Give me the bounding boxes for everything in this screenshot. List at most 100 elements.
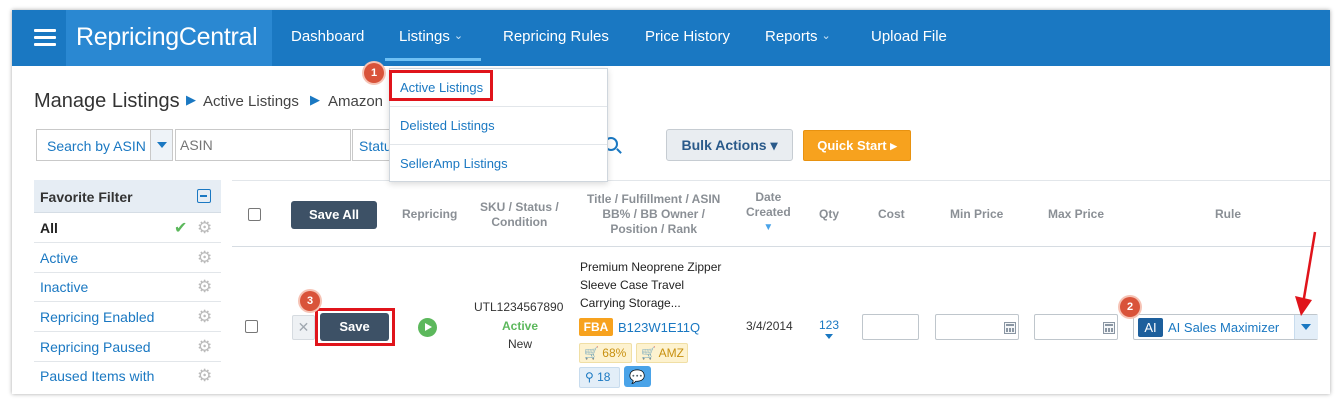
nav-upload-file[interactable]: Upload File bbox=[871, 28, 947, 45]
nav-reports[interactable]: Reports ⌄ bbox=[765, 28, 831, 45]
asin-search-input[interactable] bbox=[175, 129, 351, 161]
status-select[interactable]: Status bbox=[352, 129, 392, 161]
chevron-down-icon[interactable] bbox=[150, 130, 172, 160]
brand-name-part1: Repricing bbox=[76, 23, 179, 51]
filter-item-paused-items[interactable]: Paused Items with ⚙ bbox=[34, 361, 221, 391]
filter-item-all[interactable]: All ✔ ⚙ bbox=[34, 213, 221, 243]
nav-listings-label: Listings bbox=[399, 28, 450, 45]
favorite-filter-panel: Favorite Filter All ✔ ⚙ Active ⚙ Inactiv… bbox=[34, 180, 221, 394]
row-status: Active bbox=[502, 319, 539, 333]
cost-input[interactable] bbox=[862, 314, 919, 340]
rule-select-value: AI Sales Maximizer bbox=[1168, 320, 1280, 335]
col-cost[interactable]: Cost bbox=[878, 207, 905, 222]
filter-item-repricing-enabled[interactable]: Repricing Enabled ⚙ bbox=[34, 302, 221, 332]
col-max-price[interactable]: Max Price bbox=[1048, 207, 1104, 222]
nav-upload-file-label: Upload File bbox=[871, 28, 947, 45]
col-title-line1: Title / Fulfillment / ASIN bbox=[587, 192, 721, 206]
top-nav: RepricingCentral Dashboard Listings ⌄ Rep… bbox=[12, 10, 1330, 66]
page-title: Manage Listings bbox=[34, 90, 180, 112]
nav-listings[interactable]: Listings ⌄ bbox=[399, 28, 463, 45]
row-qty[interactable]: 123 bbox=[819, 318, 839, 332]
menu-item-selleramp-listings[interactable]: SellerAmp Listings bbox=[390, 145, 607, 183]
favorite-filter-title: Favorite Filter bbox=[40, 189, 133, 205]
col-rule[interactable]: Rule bbox=[1215, 207, 1241, 222]
favorite-filter-header: Favorite Filter bbox=[34, 180, 221, 213]
highlight-box bbox=[315, 308, 395, 346]
bb-percent-badge: 🛒 68% bbox=[579, 343, 632, 363]
col-date-line1: Date bbox=[755, 190, 782, 204]
position-badge: ⚲ 18 bbox=[579, 367, 620, 388]
chevron-down-icon: ⌄ bbox=[821, 30, 831, 42]
breadcrumb-chevron-icon: ▶ bbox=[310, 92, 320, 107]
calculator-icon[interactable] bbox=[1103, 322, 1115, 334]
row-date-created: 3/4/2014 bbox=[746, 319, 793, 333]
hamburger-menu-icon[interactable] bbox=[34, 29, 56, 47]
col-repricing: Repricing bbox=[402, 207, 458, 221]
col-min-price[interactable]: Min Price bbox=[950, 207, 1003, 222]
min-price-input[interactable] bbox=[935, 314, 1019, 340]
quick-start-button[interactable]: Quick Start ▸ bbox=[803, 130, 911, 161]
max-price-input[interactable] bbox=[1034, 314, 1118, 340]
nav-dashboard[interactable]: Dashboard bbox=[291, 28, 364, 45]
col-sku[interactable]: SKU / Status / Condition bbox=[480, 200, 559, 230]
gear-icon[interactable]: ⚙ bbox=[197, 249, 212, 266]
menu-item-delisted-listings[interactable]: Delisted Listings bbox=[390, 107, 607, 145]
chat-icon[interactable]: 💬 bbox=[624, 366, 651, 387]
nav-active-indicator bbox=[385, 58, 481, 61]
calculator-icon[interactable] bbox=[1004, 322, 1016, 334]
play-icon[interactable] bbox=[418, 318, 437, 337]
col-title-line3: Position / Rank bbox=[610, 222, 698, 236]
status-select-label: Status bbox=[359, 138, 392, 154]
filter-item-label: Inactive bbox=[40, 279, 89, 295]
breadcrumb-chevron-icon: ▶ bbox=[186, 92, 196, 107]
ai-badge: AI bbox=[1138, 318, 1163, 337]
row-title-line3[interactable]: Carrying Storage... bbox=[580, 296, 681, 310]
rule-select[interactable]: AI AI Sales Maximizer bbox=[1133, 314, 1318, 340]
nav-repricing-rules[interactable]: Repricing Rules bbox=[503, 28, 609, 45]
breadcrumb-amazon[interactable]: Amazon bbox=[328, 93, 383, 110]
sort-down-icon[interactable]: ▼ bbox=[746, 220, 791, 235]
col-date-line2: Created bbox=[746, 205, 791, 219]
filter-item-label: Repricing Paused bbox=[40, 339, 151, 355]
gear-icon[interactable]: ⚙ bbox=[197, 278, 212, 295]
bulk-actions-button[interactable]: Bulk Actions ▾ bbox=[666, 129, 793, 161]
gear-icon[interactable]: ⚙ bbox=[197, 338, 212, 355]
filter-item-label: Active bbox=[40, 250, 79, 266]
brand-name-part2: Central bbox=[178, 23, 258, 51]
gear-icon[interactable]: ⚙ bbox=[197, 308, 212, 325]
nav-dashboard-label: Dashboard bbox=[291, 28, 365, 45]
col-title[interactable]: Title / Fulfillment / ASIN BB% / BB Owne… bbox=[587, 192, 720, 237]
breadcrumb-active-listings[interactable]: Active Listings bbox=[203, 93, 299, 110]
nav-price-history[interactable]: Price History bbox=[645, 28, 730, 45]
app-window: RepricingCentral Dashboard Listings ⌄ Rep… bbox=[12, 10, 1330, 394]
col-qty[interactable]: Qty bbox=[819, 207, 839, 222]
save-all-button[interactable]: Save All bbox=[291, 201, 377, 229]
brand-logo[interactable]: RepricingCentral bbox=[66, 10, 272, 66]
filter-item-label: All bbox=[40, 220, 58, 236]
row-title-line2[interactable]: Sleeve Case Travel bbox=[580, 278, 684, 292]
nav-price-history-label: Price History bbox=[645, 28, 731, 45]
filter-item-inactive[interactable]: Inactive ⚙ bbox=[34, 272, 221, 302]
filter-item-label: Paused Items with bbox=[40, 368, 155, 384]
col-date-created[interactable]: Date Created ▼ bbox=[746, 190, 791, 235]
col-title-line2: BB% / BB Owner / bbox=[602, 207, 706, 221]
select-all-checkbox[interactable] bbox=[248, 208, 261, 221]
search-by-select[interactable]: Search by ASIN bbox=[36, 129, 173, 161]
bb-owner-badge: 🛒 AMZ bbox=[636, 343, 688, 363]
row-asin-link[interactable]: B123W1E11Q bbox=[618, 320, 700, 335]
cancel-button[interactable]: ✕ bbox=[292, 315, 315, 340]
col-sku-line1: SKU / Status / bbox=[480, 200, 559, 214]
gear-icon[interactable]: ⚙ bbox=[197, 367, 212, 384]
gear-icon[interactable]: ⚙ bbox=[197, 219, 212, 236]
row-checkbox[interactable] bbox=[245, 320, 258, 333]
filter-item-repricing-paused[interactable]: Repricing Paused ⚙ bbox=[34, 332, 221, 362]
chevron-down-icon: ⌄ bbox=[453, 30, 464, 42]
row-title-line1[interactable]: Premium Neoprene Zipper bbox=[580, 260, 721, 274]
step-badge-1: 1 bbox=[364, 63, 384, 83]
collapse-icon[interactable] bbox=[197, 189, 211, 203]
filter-item-active[interactable]: Active ⚙ bbox=[34, 243, 221, 273]
qty-chevron-down-icon[interactable] bbox=[825, 334, 833, 339]
row-condition: New bbox=[508, 337, 533, 351]
filter-item-label: Repricing Enabled bbox=[40, 309, 155, 325]
chevron-down-icon[interactable] bbox=[1294, 315, 1318, 339]
